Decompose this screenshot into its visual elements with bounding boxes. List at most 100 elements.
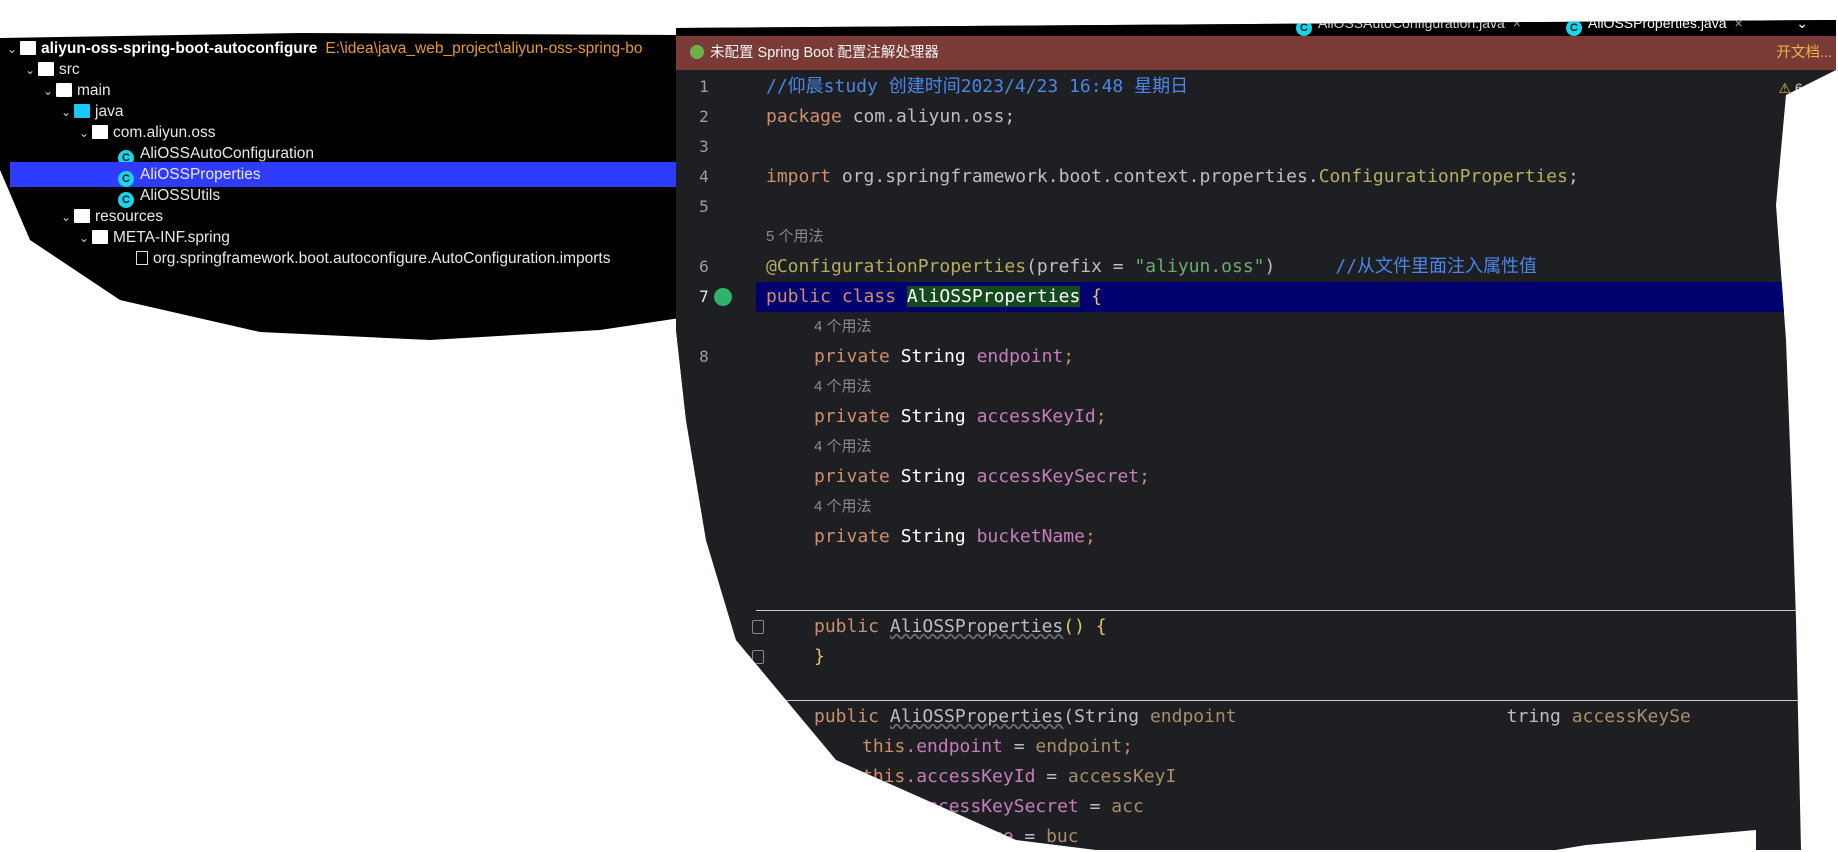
code-line-field-accesskeyid: private String accessKeyId; xyxy=(814,402,1107,432)
chevron-down-icon[interactable]: ⌄ xyxy=(40,79,56,104)
banner-text: 未配置 Spring Boot 配置注解处理器 xyxy=(710,45,939,61)
field-name: ucketName xyxy=(916,826,1014,847)
package-icon xyxy=(92,125,108,139)
editor-tab-bar: C AliOSSAutoConfiguration.java × C AliOSSPr… xyxy=(676,15,1836,39)
folder-icon xyxy=(38,62,54,76)
class-icon: C xyxy=(1296,20,1312,36)
folder-icon xyxy=(92,230,108,244)
punct: ; xyxy=(1063,346,1075,367)
operator: = xyxy=(1013,826,1047,847)
param-name: buc xyxy=(1046,826,1079,847)
tab-properties[interactable]: C AliOSSProperties.java × xyxy=(1566,15,1743,39)
tab-label: AliOSSProperties.java xyxy=(1588,15,1727,31)
code-line-field-endpoint: private String endpoint; xyxy=(814,342,1074,372)
type: String xyxy=(889,526,977,547)
tab-label: AliOSSAutoConfiguration.java xyxy=(1318,15,1505,31)
close-icon[interactable]: × xyxy=(1735,20,1743,31)
keyword: public xyxy=(814,616,890,637)
chevron-down-icon[interactable]: ⌄ xyxy=(76,226,92,251)
import-class: ConfigurationProperties xyxy=(1318,166,1568,187)
spring-bean-gutter-icon[interactable] xyxy=(714,288,732,306)
usage-hint[interactable]: 4 个用法 xyxy=(814,372,872,402)
chevron-down-icon[interactable]: ⌄ xyxy=(22,58,38,83)
tree-root[interactable]: ⌄ aliyun-oss-spring-boot-autoconfigure E:\… xyxy=(4,36,643,62)
param-name: endpoint xyxy=(1149,706,1237,727)
field-name: endpoint xyxy=(976,346,1064,367)
tree-item-label: resources xyxy=(95,208,164,225)
type: String xyxy=(889,406,977,427)
fold-icon[interactable] xyxy=(752,620,764,634)
field-name: .endpoint xyxy=(905,736,1003,757)
chevron-down-icon[interactable]: ⌄ xyxy=(1796,20,1808,36)
annotation: @ConfigurationProperties xyxy=(766,256,1027,277)
spring-icon xyxy=(690,45,704,59)
code-area[interactable]: //仰晨study 创建时间2023/4/23 16:48 星期日 packag… xyxy=(766,72,1836,850)
keyword: this xyxy=(862,796,906,817)
keyword: public xyxy=(814,706,890,727)
line-number: 4 xyxy=(699,167,709,186)
fold-icon[interactable] xyxy=(752,650,764,664)
line-number: 3 xyxy=(699,137,709,156)
constructor-name: AliOSSProperties xyxy=(889,616,1064,637)
params: (String xyxy=(1063,706,1150,727)
code-line-1: //仰晨study 创建时间2023/4/23 16:48 星期日 xyxy=(766,72,1188,102)
open-docs-link[interactable]: 开文档... xyxy=(1776,36,1832,70)
code-line-assign-accesskeyid: this.accessKeyId = accessKeyI xyxy=(862,762,1176,792)
type: String xyxy=(889,346,977,367)
tree-item-label: org.springframework.boot.autoconfigure.A… xyxy=(153,250,611,267)
tree-item-label: AliOSSAutoConfiguration xyxy=(140,145,315,162)
chevron-down-icon[interactable]: ⌄ xyxy=(58,205,74,230)
editor-gutter: 1 2 3 4 5 6 7 8 xyxy=(676,72,764,850)
field-name: .accessKeySecret xyxy=(905,796,1079,817)
code-line-2: package com.aliyun.oss; xyxy=(766,102,1015,132)
keyword: this xyxy=(862,736,906,757)
brace: () { xyxy=(1063,616,1107,637)
param-name: accessKeyI xyxy=(1067,766,1177,787)
constructor-name: AliOSSProperties xyxy=(889,706,1064,727)
keyword: this xyxy=(862,766,906,787)
chevron-down-icon[interactable]: ⌄ xyxy=(76,121,92,146)
tree-item-label: java xyxy=(95,103,124,120)
code-line-assign-bucketname: ucketName = buc xyxy=(916,822,1079,850)
code-line-6: @ConfigurationProperties(prefix = "aliyu… xyxy=(766,252,1537,282)
usage-hint[interactable]: 4 个用法 xyxy=(814,312,872,342)
keyword: import xyxy=(766,166,832,187)
field-name: accessKeySecret xyxy=(976,466,1140,487)
line-number: 1 xyxy=(699,77,709,96)
tree-root-path: E:\idea\java_web_project\aliyun-oss-spri… xyxy=(325,40,643,57)
usage-hint[interactable]: 4 个用法 xyxy=(814,432,872,462)
tab-autoconfiguration[interactable]: C AliOSSAutoConfiguration.java × xyxy=(1296,15,1521,36)
tree-item-properties[interactable]: C AliOSSProperties xyxy=(10,162,680,187)
type: String xyxy=(889,466,977,487)
code-line-assign-accesskeysecret: this.accessKeySecret = acc xyxy=(862,792,1144,822)
file-icon xyxy=(136,251,148,265)
keyword: private xyxy=(814,406,890,427)
punct: ; xyxy=(1567,166,1579,187)
punct: ; xyxy=(1084,526,1096,547)
brace: } xyxy=(814,646,825,667)
line-number: 5 xyxy=(699,197,709,216)
notification-banner: 未配置 Spring Boot 配置注解处理器 开文档... xyxy=(676,36,1836,70)
comment: //仰晨study 创建时间2023/4/23 16:48 星期日 xyxy=(766,76,1189,97)
tree-item-label: main xyxy=(77,82,111,99)
tree-item-label: AliOSSUtils xyxy=(140,187,221,204)
chevron-down-icon[interactable]: ⌄ xyxy=(58,100,74,125)
keyword: private xyxy=(814,526,890,547)
line-number: 2 xyxy=(699,107,709,126)
code-line-assign-endpoint: this.endpoint = endpoint; xyxy=(862,732,1133,762)
tree-root-name: aliyun-oss-spring-boot-autoconfigure xyxy=(41,40,318,57)
code-line-field-bucketname: private String bucketName; xyxy=(814,522,1096,552)
tree-item-label: src xyxy=(59,61,80,78)
class-icon: C xyxy=(1566,20,1582,36)
code-line-ctor-close: } xyxy=(814,642,825,672)
punct: ; xyxy=(1139,466,1150,487)
check-count: 1 xyxy=(1822,80,1830,96)
chevron-down-icon[interactable]: ⌄ xyxy=(4,37,20,62)
usage-hint[interactable]: 4 个用法 xyxy=(814,492,872,522)
field-name: bucketName xyxy=(976,526,1085,547)
code-line-ctor-empty: public AliOSSProperties() { xyxy=(814,612,1107,642)
code-line-4: import org.springframework.boot.context.… xyxy=(766,162,1579,192)
close-icon[interactable]: × xyxy=(1513,20,1521,31)
usage-hint[interactable]: 5 个用法 xyxy=(766,222,824,252)
tree-item-imports-file[interactable]: org.springframework.boot.autoconfigure.A… xyxy=(136,246,611,271)
